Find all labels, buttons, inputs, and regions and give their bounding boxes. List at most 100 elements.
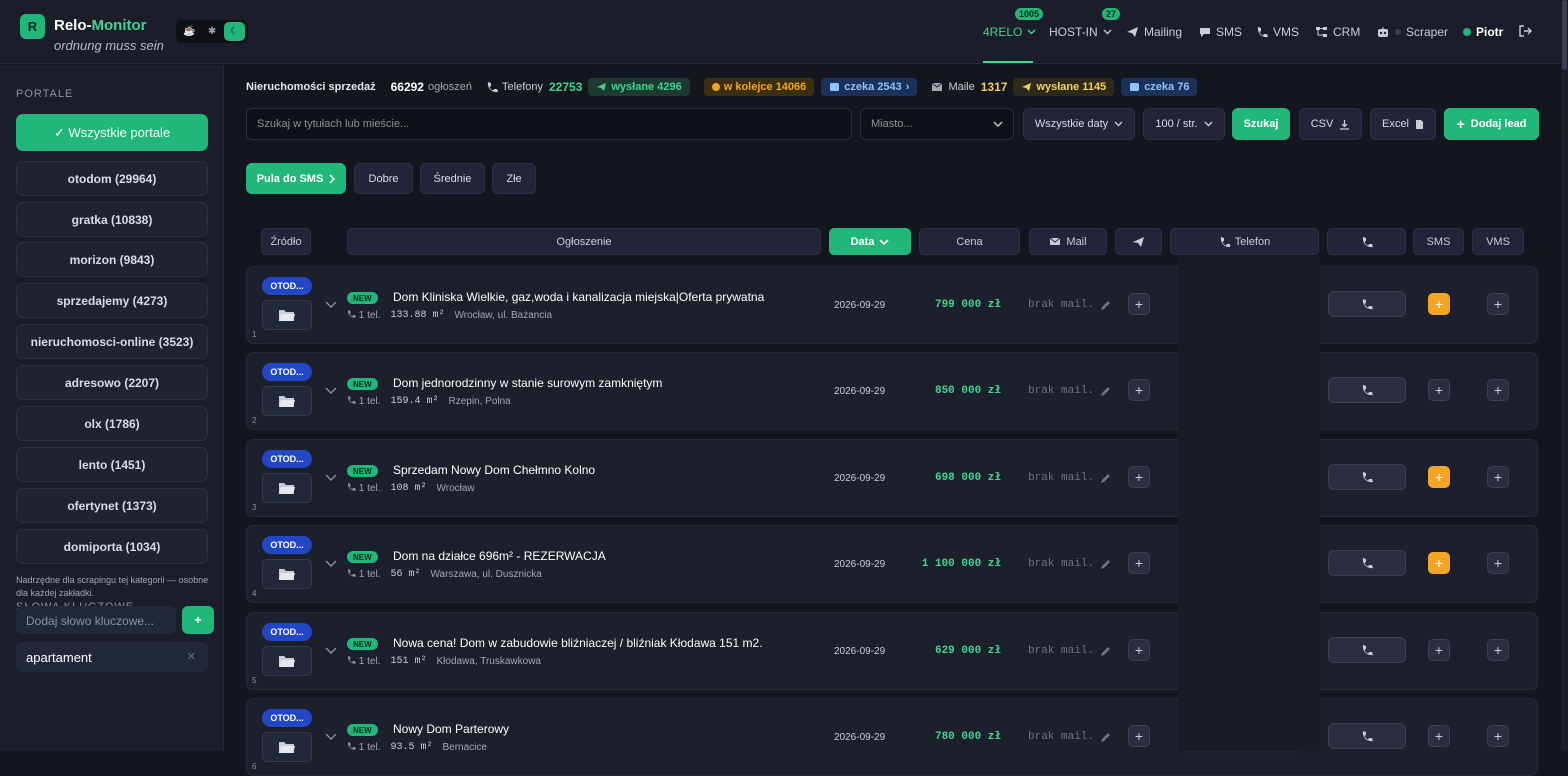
mail-status[interactable]: brak mail. xyxy=(1028,731,1111,743)
nav-sms[interactable]: SMS xyxy=(1199,25,1242,39)
user-menu[interactable]: Piotr xyxy=(1463,25,1503,39)
folder-button[interactable] xyxy=(262,300,312,330)
mail-status[interactable]: brak mail. xyxy=(1028,558,1111,570)
col-vms[interactable]: VMS xyxy=(1472,228,1524,255)
filter-medium-button[interactable]: Średnie xyxy=(420,163,485,194)
mail-status[interactable]: brak mail. xyxy=(1028,645,1111,657)
listing-title[interactable]: Nowa cena! Dom w zabudowie bliźniaczej /… xyxy=(393,636,763,650)
mail-status[interactable]: brak mail. xyxy=(1028,472,1111,484)
per-page-select[interactable]: 100 / str. xyxy=(1143,108,1225,140)
sms-add-button[interactable]: + xyxy=(1428,639,1450,661)
chevron-down-icon[interactable] xyxy=(325,645,337,657)
col-price[interactable]: Cena xyxy=(919,228,1020,255)
listing-title[interactable]: Sprzedam Nowy Dom Chełmno Kolno xyxy=(393,463,595,477)
col-phone[interactable]: Telefon xyxy=(1170,228,1319,255)
chevron-down-icon[interactable] xyxy=(325,299,337,311)
search-input[interactable]: Szukaj w tytułach lub mieście... xyxy=(246,108,852,140)
listing-title[interactable]: Nowy Dom Parterowy xyxy=(393,722,509,736)
listing-title[interactable]: Dom Kliniska Wielkie, gaz,woda i kanaliz… xyxy=(393,290,764,304)
nav-4relo[interactable]: 1005 4RELO xyxy=(983,8,1044,39)
nav-mailing[interactable]: Mailing xyxy=(1126,25,1182,39)
logo[interactable]: R xyxy=(20,14,45,39)
sms-add-button[interactable]: + xyxy=(1428,725,1450,747)
source-badge[interactable]: OTOD... xyxy=(262,450,312,468)
col-sms[interactable]: SMS xyxy=(1413,228,1464,255)
vms-add-button[interactable]: + xyxy=(1487,725,1509,747)
folder-button[interactable] xyxy=(262,386,312,416)
portal-gratka[interactable]: gratka (10838) xyxy=(16,202,208,237)
excel-button[interactable]: Excel xyxy=(1370,108,1436,140)
vms-add-button[interactable]: + xyxy=(1487,466,1509,488)
call-voice-button[interactable] xyxy=(1328,550,1406,576)
add-mail-button[interactable]: + xyxy=(1128,639,1150,661)
search-button[interactable]: Szukaj xyxy=(1232,108,1290,140)
nav-hostin[interactable]: 27 HOST-IN xyxy=(1049,8,1121,39)
add-mail-button[interactable]: + xyxy=(1128,552,1150,574)
brand-name[interactable]: Relo-Monitor xyxy=(54,17,146,34)
portal-nieruchomosci-online[interactable]: nieruchomosci-online (3523) xyxy=(16,324,208,359)
table-row[interactable]: OTOD... 6 NEW Nowy Dom Parterowy 1 tel. … xyxy=(246,698,1538,776)
sms-add-button[interactable]: + xyxy=(1428,379,1450,401)
call-voice-button[interactable] xyxy=(1328,377,1406,403)
listing-title[interactable]: Dom jednorodzinny w stanie surowym zamkn… xyxy=(393,376,662,390)
sms-add-button[interactable]: + xyxy=(1428,552,1450,574)
portal-adresowo[interactable]: adresowo (2207) xyxy=(16,365,208,400)
col-date[interactable]: Data xyxy=(829,228,911,255)
remove-tag-icon[interactable]: ✕ xyxy=(187,650,196,663)
call-voice-button[interactable] xyxy=(1328,637,1406,663)
add-mail-button[interactable]: + xyxy=(1128,379,1150,401)
call-voice-button[interactable] xyxy=(1328,291,1406,317)
logout-button[interactable] xyxy=(1519,25,1532,37)
col-source[interactable]: Źródło xyxy=(261,228,311,255)
folder-button[interactable] xyxy=(262,473,312,503)
folder-button[interactable] xyxy=(262,559,312,589)
add-mail-button[interactable]: + xyxy=(1128,725,1150,747)
moon-icon[interactable]: ☾ xyxy=(224,22,246,41)
col-listing[interactable]: Ogłoszenie xyxy=(347,228,821,255)
coffee-icon[interactable]: ☕ xyxy=(179,22,200,41)
nav-vms[interactable]: VMS xyxy=(1256,25,1299,39)
city-select[interactable]: Miasto... xyxy=(860,108,1014,140)
folder-button[interactable] xyxy=(262,646,312,676)
portal-morizon[interactable]: morizon (9843) xyxy=(16,242,208,277)
scrollbar-thumb[interactable] xyxy=(1562,0,1567,70)
portal-all-button[interactable]: ✓ Wszystkie portale xyxy=(16,114,208,151)
call-voice-button[interactable] xyxy=(1328,464,1406,490)
portal-domiporta[interactable]: domiporta (1034) xyxy=(16,529,208,564)
listing-title[interactable]: Dom na działce 696m² - REZERWACJA xyxy=(393,549,606,563)
source-badge[interactable]: OTOD... xyxy=(262,623,312,641)
portal-lento[interactable]: lento (1451) xyxy=(16,447,208,482)
source-badge[interactable]: OTOD... xyxy=(262,536,312,554)
dates-select[interactable]: Wszystkie daty xyxy=(1023,108,1135,140)
portal-sprzedajemy[interactable]: sprzedajemy (4273) xyxy=(16,283,208,318)
call-voice-button[interactable] xyxy=(1328,723,1406,749)
chevron-down-icon[interactable] xyxy=(325,558,337,570)
source-badge[interactable]: OTOD... xyxy=(262,277,312,295)
portal-ofertynet[interactable]: ofertynet (1373) xyxy=(16,488,208,523)
chevron-down-icon[interactable] xyxy=(325,731,337,743)
chevron-down-icon[interactable] xyxy=(325,385,337,397)
col-voice[interactable] xyxy=(1327,228,1406,255)
vms-add-button[interactable]: + xyxy=(1487,639,1509,661)
waiting-pill[interactable]: czeka 2543 › xyxy=(821,78,918,96)
source-badge[interactable]: OTOD... xyxy=(262,363,312,381)
chevron-down-icon[interactable] xyxy=(325,472,337,484)
add-lead-button[interactable]: + Dodaj lead xyxy=(1444,108,1539,140)
table-row[interactable]: OTOD... 5 NEW Nowa cena! Dom w zabudowie… xyxy=(246,612,1538,690)
vms-add-button[interactable]: + xyxy=(1487,379,1509,401)
nav-scraper[interactable]: Scraper xyxy=(1376,25,1448,39)
nav-crm[interactable]: CRM xyxy=(1315,25,1360,39)
mail-status[interactable]: brak mail. xyxy=(1028,385,1111,397)
vms-add-button[interactable]: + xyxy=(1487,552,1509,574)
sent-pill[interactable]: wysłane 4296 xyxy=(588,78,690,96)
sms-pool-button[interactable]: Pula do SMS xyxy=(246,163,346,194)
add-mail-button[interactable]: + xyxy=(1128,466,1150,488)
mail-status[interactable]: brak mail. xyxy=(1028,299,1111,311)
queue-pill[interactable]: w kolejce 14066 xyxy=(703,78,815,96)
col-send-mail[interactable] xyxy=(1115,228,1162,255)
filter-good-button[interactable]: Dobre xyxy=(354,163,413,194)
table-row[interactable]: OTOD... 2 NEW Dom jednorodzinny w stanie… xyxy=(246,352,1538,430)
source-badge[interactable]: OTOD... xyxy=(262,709,312,727)
table-row[interactable]: OTOD... 1 NEW Dom Kliniska Wielkie, gaz,… xyxy=(246,266,1538,344)
add-mail-button[interactable]: + xyxy=(1128,293,1150,315)
